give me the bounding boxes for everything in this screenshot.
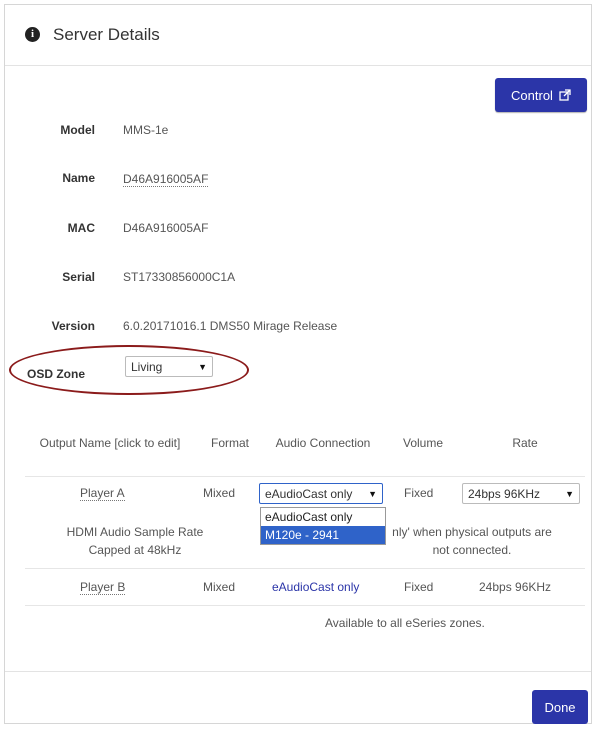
serial-value: ST17330856000C1A: [123, 270, 236, 284]
footer-divider: [5, 671, 591, 672]
player-a-rate-select[interactable]: 24bps 96KHz ▼: [462, 483, 580, 504]
table-divider: [25, 605, 585, 606]
player-a-audio-connection-select[interactable]: eAudioCast only ▼: [259, 483, 383, 504]
output-note: nly' when physical outputs are not conne…: [361, 523, 583, 559]
modal-title: Server Details: [53, 25, 160, 44]
player-a-volume: Fixed: [404, 486, 434, 500]
col-header-volume: Volume: [402, 436, 444, 450]
hdmi-note-line2: Capped at 48kHz: [88, 543, 182, 557]
serial-label: Serial: [62, 270, 95, 284]
done-button[interactable]: Done: [532, 690, 588, 724]
name-value[interactable]: D46A916005AF: [123, 172, 209, 187]
dropdown-option-highlighted[interactable]: M120e - 2941: [261, 526, 385, 544]
col-header-format: Format: [210, 436, 249, 450]
table-divider: [25, 476, 585, 477]
version-label: Version: [51, 319, 95, 333]
model-value: MMS-1e: [123, 123, 169, 137]
footnote: Available to all eSeries zones.: [325, 616, 485, 630]
chevron-down-icon: ▼: [368, 488, 377, 499]
player-b-volume: Fixed: [404, 580, 434, 594]
name-label: Name: [62, 171, 95, 185]
info-circle-icon: i: [25, 27, 40, 42]
chevron-down-icon: ▼: [565, 488, 574, 499]
mac-label: MAC: [67, 221, 95, 235]
player-a-name[interactable]: Player A: [80, 486, 125, 501]
player-b-audio-connection-link[interactable]: eAudioCast only: [272, 580, 359, 594]
dropdown-option[interactable]: eAudioCast only: [261, 508, 385, 526]
col-header-rate: Rate: [512, 436, 538, 450]
player-b-name[interactable]: Player B: [80, 580, 126, 595]
player-a-format: Mixed: [203, 486, 236, 500]
version-value: 6.0.20171016.1 DMS50 Mirage Release: [123, 319, 338, 333]
player-a-audio-connection-value: eAudioCast only: [265, 486, 353, 501]
mac-value: D46A916005AF: [123, 221, 209, 235]
player-b-format: Mixed: [203, 580, 236, 594]
col-header-audio-connection: Audio Connection: [275, 436, 371, 450]
modal-header: i Server Details: [5, 5, 591, 66]
col-header-output-name: Output Name [click to edit]: [39, 436, 181, 450]
audio-connection-dropdown-list: eAudioCast only M120e - 2941: [260, 507, 386, 545]
player-b-rate: 24bps 96KHz: [479, 580, 552, 594]
hdmi-note-line1: HDMI Audio Sample Rate: [66, 525, 204, 539]
control-button[interactable]: Control: [495, 78, 587, 112]
model-label: Model: [60, 123, 95, 137]
annotation-oval: [9, 345, 249, 395]
external-link-icon: [559, 89, 571, 101]
control-button-label: Control: [511, 87, 553, 103]
player-a-rate-value: 24bps 96KHz: [468, 486, 541, 501]
table-divider: [25, 568, 585, 569]
output-note-line1: nly' when physical outputs are: [392, 525, 552, 539]
server-details-modal: i Server Details Control Model MMS-1e Na…: [4, 4, 592, 724]
output-note-line2: not connected.: [432, 543, 512, 557]
hdmi-note: HDMI Audio Sample Rate Capped at 48kHz: [45, 523, 225, 559]
